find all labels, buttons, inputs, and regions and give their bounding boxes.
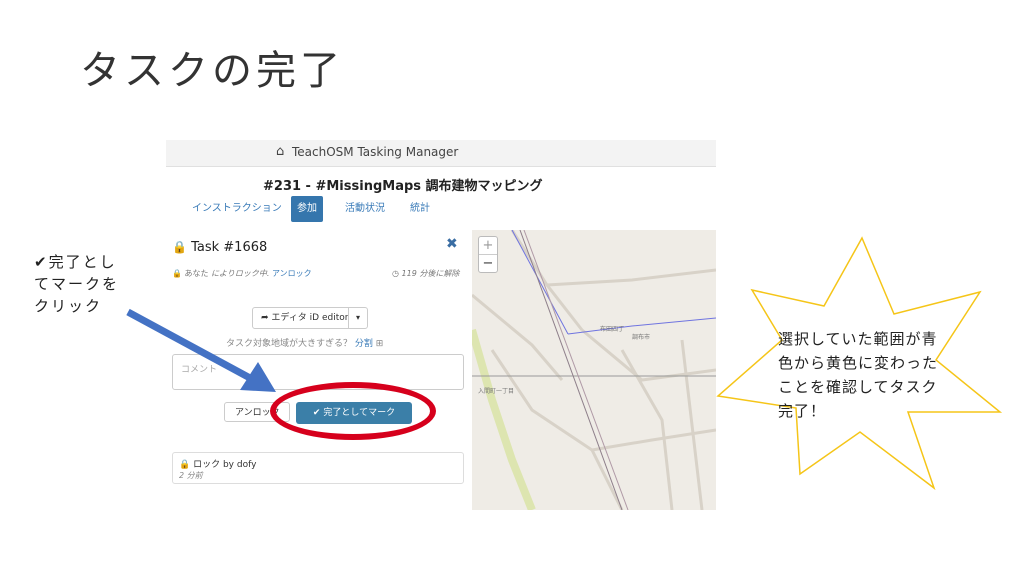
star-line: 完了！	[778, 402, 827, 420]
overlay-graphics	[126, 236, 1003, 491]
star-line: 色から黄色に変わった	[778, 354, 939, 372]
star-line: 選択していた範囲が青	[778, 330, 938, 348]
star-callout-text: 選択していた範囲が青 色から黄色に変わった ことを確認してタスク 完了！	[778, 327, 974, 423]
pointer-arrow-shaft	[126, 308, 252, 382]
star-line: ことを確認してタスク	[778, 378, 938, 396]
